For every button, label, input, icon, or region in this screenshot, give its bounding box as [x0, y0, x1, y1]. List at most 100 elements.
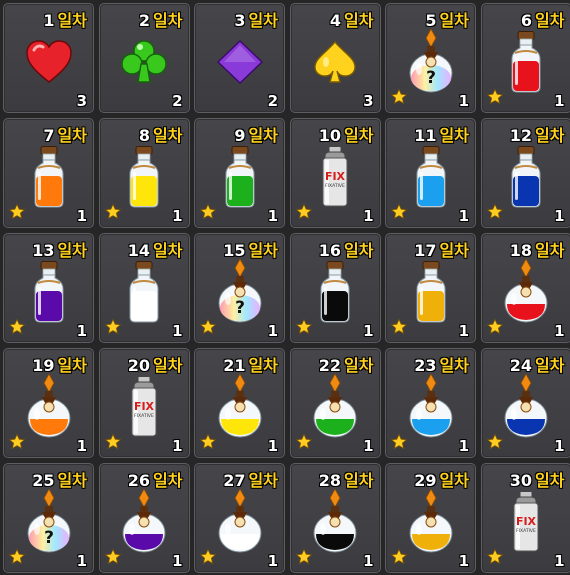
reward-cell-day-20[interactable]: 20 일차 FIX FIXATIVE 1: [98, 348, 190, 458]
day-suffix: 일차: [535, 356, 565, 375]
reward-cell-day-7[interactable]: 7 일차 1: [3, 118, 94, 228]
reward-cell-day-4[interactable]: 4 일차 3: [289, 3, 381, 113]
day-suffix: 일차: [535, 126, 565, 145]
item-count: 1: [363, 437, 374, 455]
day-number: 19: [32, 356, 55, 375]
day-suffix: 일차: [57, 11, 87, 30]
item-count: 1: [554, 552, 565, 570]
day-suffix: 일차: [344, 471, 374, 490]
svg-text:?: ?: [44, 528, 54, 548]
day-label: 23 일차: [414, 352, 469, 376]
day-label: 13 일차: [32, 237, 87, 261]
reward-cell-day-27[interactable]: 27 일차 1: [194, 463, 285, 573]
item-count: 3: [363, 92, 374, 110]
item-count: 1: [76, 552, 87, 570]
black-dye-bottle-icon: [318, 261, 352, 327]
day-suffix: 일차: [248, 126, 278, 145]
star-icon: [486, 88, 503, 108]
day-number: 15: [223, 241, 246, 260]
yellow-dye-flask-icon: [216, 373, 264, 444]
day-number: 6: [520, 11, 533, 30]
star-icon: [104, 433, 121, 453]
day-number: 8: [138, 126, 151, 145]
day-number: 4: [329, 11, 342, 30]
reward-cell-day-24[interactable]: 24 일차 1: [480, 348, 570, 458]
reward-cell-day-28[interactable]: 28 일차 1: [289, 463, 381, 573]
day-suffix: 일차: [248, 356, 278, 375]
day-label: 8 일차: [139, 122, 183, 146]
reward-cell-day-13[interactable]: 13 일차 1: [3, 233, 94, 343]
day-number: 18: [509, 241, 533, 260]
day-label: 21 일차: [223, 352, 278, 376]
day-label: 29 일차: [414, 467, 469, 491]
star-icon: [104, 203, 121, 223]
reward-cell-day-6[interactable]: 6 일차 1: [480, 3, 570, 113]
reward-cell-day-16[interactable]: 16 일차 1: [289, 233, 381, 343]
spade-icon: [312, 40, 358, 88]
day-label: 6 일차: [521, 7, 565, 31]
reward-cell-day-1[interactable]: 1 일차 3: [3, 3, 94, 113]
day-suffix: 일차: [535, 241, 565, 260]
day-suffix: 일차: [248, 241, 278, 260]
reward-cell-day-23[interactable]: 23 일차 1: [385, 348, 476, 458]
day-suffix: 일차: [439, 471, 469, 490]
day-number: 21: [223, 356, 246, 375]
mystery-flask-icon: ?: [25, 488, 73, 559]
reward-cell-day-26[interactable]: 26 일차 1: [98, 463, 190, 573]
reward-cell-day-29[interactable]: 29 일차 1: [385, 463, 476, 573]
star-icon: [104, 318, 121, 338]
item-count: 1: [458, 322, 469, 340]
reward-cell-day-3[interactable]: 3 일차 2: [194, 3, 285, 113]
item-count: 1: [267, 437, 278, 455]
day-number: 20: [127, 356, 151, 375]
day-number: 30: [509, 471, 533, 490]
day-label: 3 일차: [234, 7, 278, 31]
reward-cell-day-18[interactable]: 18 일차 1: [480, 233, 570, 343]
day-label: 27 일차: [223, 467, 278, 491]
purple-dye-flask-icon: [120, 488, 168, 559]
svg-text:FIXATIVE: FIXATIVE: [134, 413, 154, 419]
day-number: 25: [32, 471, 55, 490]
reward-cell-day-30[interactable]: 30 일차 FIX FIXATIVE 1: [480, 463, 570, 573]
reward-cell-day-11[interactable]: 11 일차 1: [385, 118, 476, 228]
star-icon: [390, 88, 408, 108]
svg-text:?: ?: [235, 298, 245, 318]
item-count: 1: [458, 437, 469, 455]
reward-cell-day-9[interactable]: 9 일차 1: [194, 118, 285, 228]
purple-dye-bottle-icon: [32, 261, 66, 327]
day-label: 26 일차: [128, 467, 183, 491]
item-count: 1: [458, 207, 469, 225]
gold-dye-flask-icon: [407, 488, 455, 559]
white-dye-bottle-icon: [127, 261, 161, 327]
green-dye-bottle-icon: [223, 146, 257, 212]
reward-cell-day-19[interactable]: 19 일차 1: [3, 348, 94, 458]
reward-cell-day-12[interactable]: 12 일차 1: [480, 118, 570, 228]
day-label: 30 일차: [510, 467, 565, 491]
black-dye-flask-icon: [311, 488, 359, 559]
reward-cell-day-17[interactable]: 17 일차 1: [385, 233, 476, 343]
star-icon: [8, 548, 26, 568]
reward-cell-day-5[interactable]: 5 일차? 1: [385, 3, 476, 113]
day-suffix: 일차: [344, 126, 374, 145]
day-number: 1: [43, 11, 55, 30]
reward-cell-day-2[interactable]: 2 일차 2: [98, 3, 190, 113]
item-count: 1: [267, 322, 278, 340]
item-count: 1: [76, 437, 87, 455]
reward-cell-day-22[interactable]: 22 일차 1: [289, 348, 381, 458]
day-label: 14 일차: [128, 237, 183, 261]
reward-cell-day-14[interactable]: 14 일차 1: [98, 233, 190, 343]
heart-icon: [25, 40, 73, 88]
reward-cell-day-8[interactable]: 8 일차 1: [98, 118, 190, 228]
day-suffix: 일차: [439, 11, 469, 30]
day-number: 14: [127, 241, 151, 260]
star-icon: [199, 433, 217, 453]
reward-cell-day-15[interactable]: 15 일차? 1: [194, 233, 285, 343]
white-dye-flask-icon: [216, 488, 264, 559]
reward-cell-day-10[interactable]: 10 일차 FIX FIXATIVE 1: [289, 118, 381, 228]
star-icon: [199, 203, 217, 223]
day-number: 29: [414, 471, 437, 490]
star-icon: [486, 433, 503, 453]
reward-cell-day-21[interactable]: 21 일차 1: [194, 348, 285, 458]
day-label: 12 일차: [510, 122, 565, 146]
reward-cell-day-25[interactable]: 25 일차? 1: [3, 463, 94, 573]
